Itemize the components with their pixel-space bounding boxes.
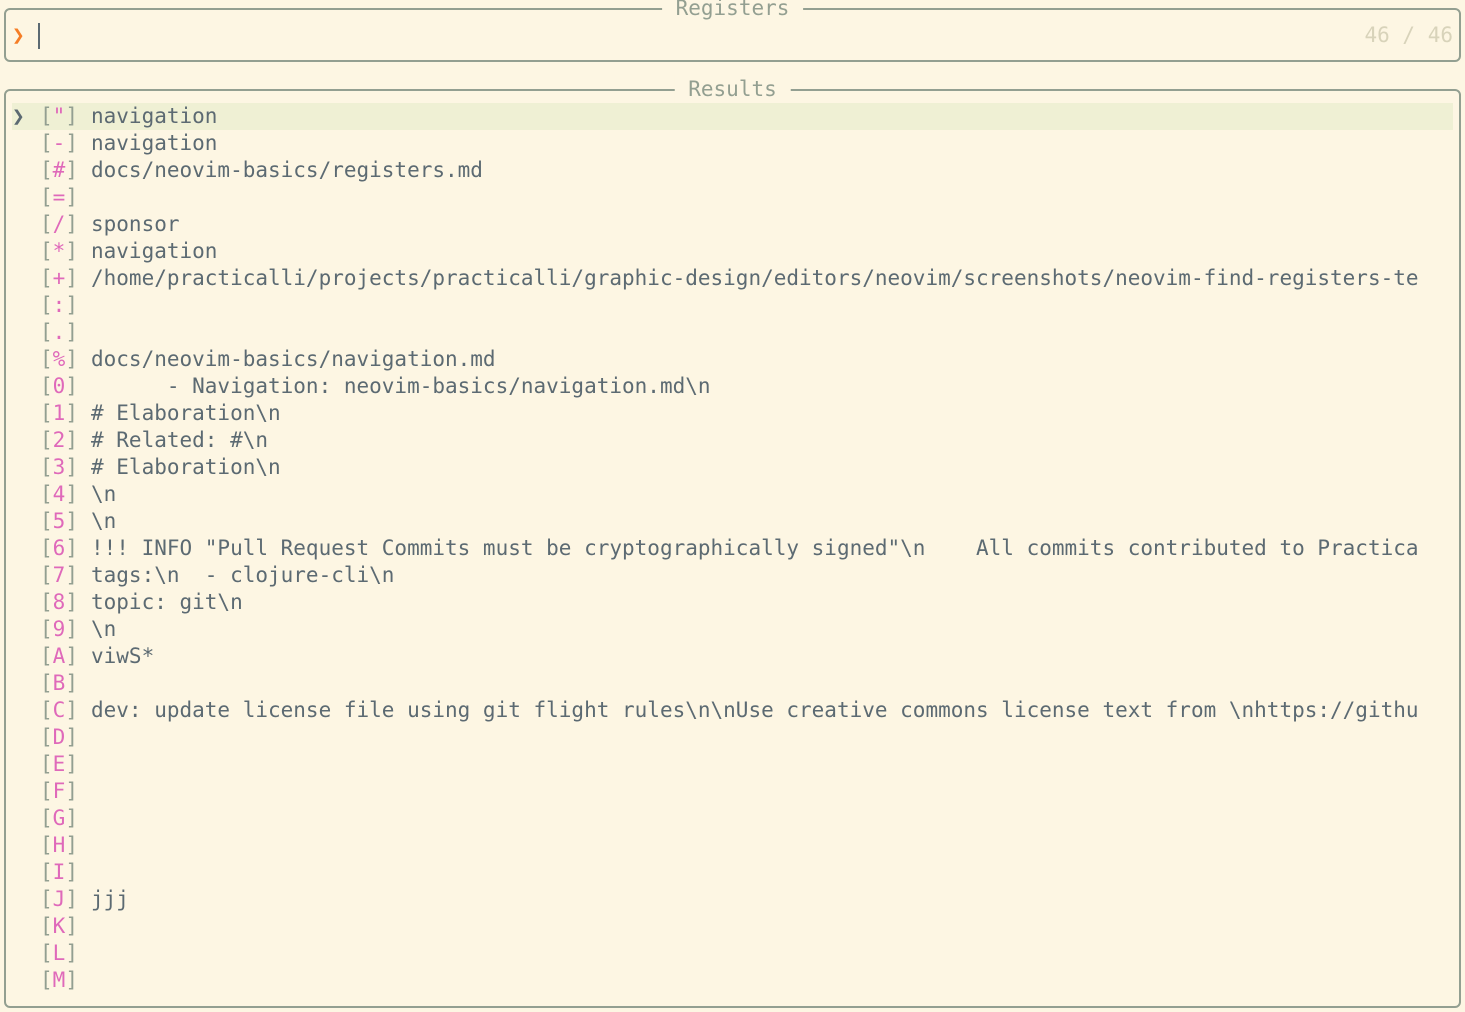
register-name: [H]: [40, 833, 78, 857]
search-input[interactable]: [38, 23, 1342, 49]
result-row[interactable]: [J] jjj: [12, 886, 1453, 913]
register-value: navigation: [91, 104, 218, 128]
results-list: ❯ ["] navigation [-] navigation [#] docs/neovi…: [12, 103, 1453, 994]
register-name: [I]: [40, 860, 78, 884]
result-row[interactable]: [A] viwS*: [12, 643, 1453, 670]
selection-marker-icon: ❯: [12, 104, 25, 128]
result-row[interactable]: [H]: [12, 832, 1453, 859]
register-name: [D]: [40, 725, 78, 749]
register-name: [K]: [40, 914, 78, 938]
result-row[interactable]: [B]: [12, 670, 1453, 697]
register-value: !!! INFO "Pull Request Commits must be c…: [91, 536, 1419, 560]
register-name: ["]: [40, 104, 78, 128]
register-value: \n: [91, 482, 117, 506]
register-name: [2]: [40, 428, 78, 452]
result-row[interactable]: [M]: [12, 967, 1453, 994]
result-row[interactable]: [/] sponsor: [12, 211, 1453, 238]
result-row[interactable]: [5] \n: [12, 508, 1453, 535]
result-count: 46 / 46: [1364, 23, 1453, 47]
result-row[interactable]: [E]: [12, 751, 1453, 778]
register-name: [8]: [40, 590, 78, 614]
result-row[interactable]: [K]: [12, 913, 1453, 940]
register-name: [#]: [40, 158, 78, 182]
result-row[interactable]: [+] /home/practicalli/projects/practicall…: [12, 265, 1453, 292]
register-name: [7]: [40, 563, 78, 587]
result-row[interactable]: [8] topic: git\n: [12, 589, 1453, 616]
register-value: # Elaboration\n: [91, 401, 281, 425]
register-name: [3]: [40, 455, 78, 479]
register-value: viwS*: [91, 644, 155, 668]
register-value: # Related: #\n: [91, 428, 269, 452]
result-row[interactable]: [=]: [12, 184, 1453, 211]
register-value: topic: git\n: [91, 590, 243, 614]
register-name: [L]: [40, 941, 78, 965]
register-name: [1]: [40, 401, 78, 425]
register-name: [+]: [40, 266, 78, 290]
register-name: [A]: [40, 644, 78, 668]
result-row[interactable]: ❯ ["] navigation: [12, 103, 1453, 130]
register-name: [C]: [40, 698, 78, 722]
result-row[interactable]: [9] \n: [12, 616, 1453, 643]
register-name: [0]: [40, 374, 78, 398]
result-row[interactable]: [:]: [12, 292, 1453, 319]
register-name: [-]: [40, 131, 78, 155]
result-row[interactable]: [G]: [12, 805, 1453, 832]
register-name: [=]: [40, 185, 78, 209]
register-name: [.]: [40, 320, 78, 344]
result-row[interactable]: [%] docs/neovim-basics/navigation.md: [12, 346, 1453, 373]
register-value: navigation: [91, 131, 218, 155]
result-row[interactable]: [.]: [12, 319, 1453, 346]
result-row[interactable]: [1] # Elaboration\n: [12, 400, 1453, 427]
prompt-panel: Registers ❯ 46 / 46: [4, 0, 1461, 62]
prompt-caret-icon: ❯: [12, 23, 25, 47]
register-value: tags:\n - clojure-cli\n: [91, 563, 395, 587]
register-name: [6]: [40, 536, 78, 560]
result-row[interactable]: [*] navigation: [12, 238, 1453, 265]
result-row[interactable]: [6] !!! INFO "Pull Request Commits must b…: [12, 535, 1453, 562]
prompt-title: Registers: [661, 0, 804, 22]
result-row[interactable]: [D]: [12, 724, 1453, 751]
register-value: docs/neovim-basics/registers.md: [91, 158, 483, 182]
register-name: [B]: [40, 671, 78, 695]
register-value: dev: update license file using git fligh…: [91, 698, 1419, 722]
register-value: sponsor: [91, 212, 180, 236]
result-row[interactable]: [3] # Elaboration\n: [12, 454, 1453, 481]
result-row[interactable]: [L]: [12, 940, 1453, 967]
result-row[interactable]: [C] dev: update license file using git fl…: [12, 697, 1453, 724]
register-name: [M]: [40, 968, 78, 992]
register-value: # Elaboration\n: [91, 455, 281, 479]
result-row[interactable]: [-] navigation: [12, 130, 1453, 157]
result-row[interactable]: [7] tags:\n - clojure-cli\n: [12, 562, 1453, 589]
register-name: [G]: [40, 806, 78, 830]
register-name: [:]: [40, 293, 78, 317]
register-name: [9]: [40, 617, 78, 641]
result-row[interactable]: [F]: [12, 778, 1453, 805]
register-value: \n: [91, 617, 117, 641]
result-row[interactable]: [#] docs/neovim-basics/registers.md: [12, 157, 1453, 184]
results-title: Results: [674, 75, 791, 103]
register-name: [/]: [40, 212, 78, 236]
register-value: jjj: [91, 887, 129, 911]
register-name: [*]: [40, 239, 78, 263]
register-name: [F]: [40, 779, 78, 803]
register-name: [4]: [40, 482, 78, 506]
register-name: [J]: [40, 887, 78, 911]
register-name: [%]: [40, 347, 78, 371]
register-value: \n: [91, 509, 117, 533]
register-name: [E]: [40, 752, 78, 776]
result-row[interactable]: [I]: [12, 859, 1453, 886]
register-value: - Navigation: neovim-basics/navigation.m…: [91, 374, 711, 398]
result-row[interactable]: [2] # Related: #\n: [12, 427, 1453, 454]
register-value: navigation: [91, 239, 218, 263]
result-row[interactable]: [0] - Navigation: neovim-basics/navigati…: [12, 373, 1453, 400]
register-name: [5]: [40, 509, 78, 533]
register-value: docs/neovim-basics/navigation.md: [91, 347, 496, 371]
result-row[interactable]: [4] \n: [12, 481, 1453, 508]
results-panel: Results ❯ ["] navigation [-] navigation [#] do…: [4, 75, 1461, 1008]
register-value: /home/practicalli/projects/practicalli/g…: [91, 266, 1419, 290]
